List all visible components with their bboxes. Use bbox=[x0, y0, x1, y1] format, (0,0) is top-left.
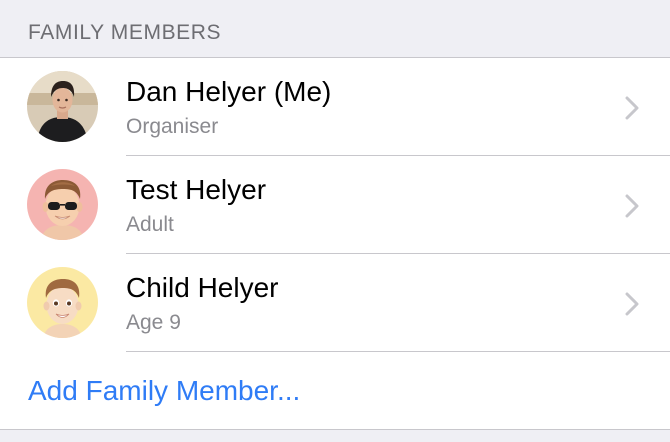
section-header: FAMILY MEMBERS bbox=[0, 0, 670, 58]
member-row-test[interactable]: Test Helyer Adult bbox=[0, 156, 670, 254]
chevron-right-icon bbox=[625, 194, 639, 218]
member-row-child[interactable]: Child Helyer Age 9 bbox=[0, 254, 670, 352]
member-role: Organiser bbox=[126, 115, 219, 138]
chevron-right-icon bbox=[625, 96, 639, 120]
member-avatar-photo bbox=[27, 71, 98, 142]
member-name: Dan Helyer (Me) bbox=[126, 76, 332, 107]
member-name: Child Helyer bbox=[126, 272, 279, 303]
add-family-member-button[interactable]: Add Family Member... bbox=[28, 375, 300, 407]
bottom-background bbox=[0, 430, 670, 442]
member-row-dan[interactable]: Dan Helyer (Me) Organiser bbox=[0, 58, 670, 156]
memoji-sunglasses-avatar bbox=[27, 169, 98, 240]
member-role: Age 9 bbox=[126, 311, 181, 334]
section-title: FAMILY MEMBERS bbox=[28, 21, 222, 44]
member-role: Adult bbox=[126, 213, 174, 236]
family-sharing-screen: FAMILY MEMBERS Dan Helyer (Me) Organiser… bbox=[0, 0, 670, 442]
row-separator bbox=[126, 351, 670, 352]
family-members-list: Dan Helyer (Me) Organiser Test Helyer Ad… bbox=[0, 58, 670, 430]
memoji-child-avatar bbox=[27, 267, 98, 338]
chevron-right-icon bbox=[625, 292, 639, 316]
member-name: Test Helyer bbox=[126, 174, 267, 205]
